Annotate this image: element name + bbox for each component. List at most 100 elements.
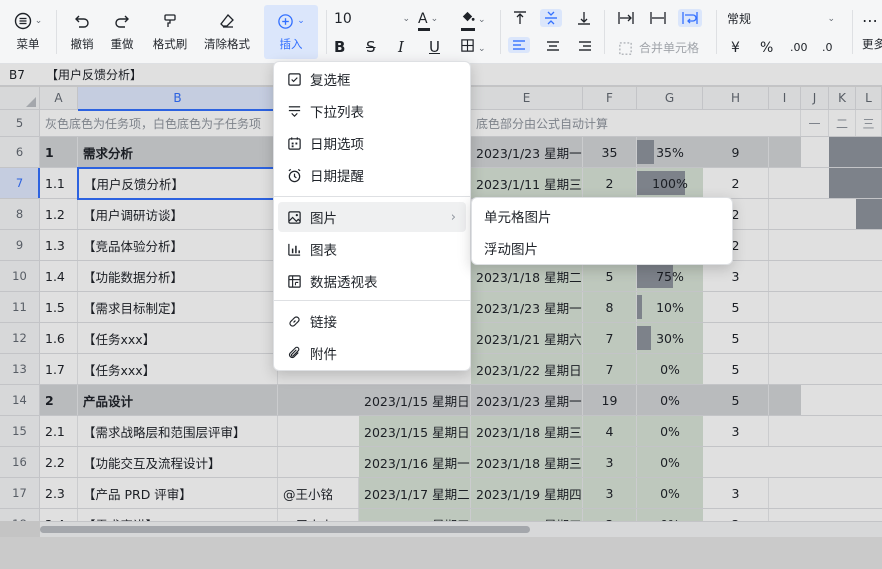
insert-menu-item-label: 图表 xyxy=(310,243,337,259)
underline-button[interactable]: U xyxy=(429,37,440,57)
insert-menu: 复选框 下拉列表日期选项日期提醒图片 › 图表数据透视表链接附件 xyxy=(273,61,471,371)
strikethrough-button[interactable]: S xyxy=(366,37,376,57)
more-label: 更多 xyxy=(862,37,882,51)
fill-color-swatch xyxy=(461,28,475,31)
align-bottom-button[interactable] xyxy=(576,10,592,26)
toolbar-divider xyxy=(500,10,501,54)
chevron-down-icon: ⌄ xyxy=(297,16,305,26)
chart-icon xyxy=(278,242,310,257)
merge-cells-icon xyxy=(619,41,632,55)
more-button[interactable]: ⋯ 更多 xyxy=(862,10,882,52)
font-color-swatch xyxy=(418,28,430,31)
redo-button[interactable]: 重做 xyxy=(106,10,138,52)
chevron-right-icon: › xyxy=(450,209,456,225)
insert-menu-item-image[interactable]: 图片 › xyxy=(278,202,466,232)
align-left-button[interactable] xyxy=(508,37,530,53)
font-size-value: 10 xyxy=(334,11,352,27)
decrease-decimal-button[interactable]: .0 xyxy=(822,38,833,58)
menu-divider xyxy=(274,196,470,197)
font-color-icon: A xyxy=(418,11,428,27)
eraser-icon xyxy=(219,10,235,32)
align-center-button[interactable] xyxy=(545,38,561,54)
bold-button[interactable]: B xyxy=(334,37,345,57)
insert-menu-item-calendar[interactable]: 日期选项 xyxy=(278,128,466,158)
insert-menu-item-label: 数据透视表 xyxy=(310,275,378,291)
italic-button[interactable]: I xyxy=(398,37,404,57)
insert-label: 插入 xyxy=(279,37,303,51)
decrease-decimal-icon: .0 xyxy=(822,41,833,54)
menu-button[interactable]: ⌄ 菜单 xyxy=(10,10,46,52)
insert-menu-item-chart[interactable]: 图表 xyxy=(278,234,466,264)
align-top-button[interactable] xyxy=(512,10,528,26)
cell-image-menu-item[interactable]: 单元格图片 xyxy=(476,201,728,231)
fill-color-button[interactable]: ⌄ xyxy=(460,9,486,30)
chevron-down-icon: ⌄ xyxy=(430,14,439,24)
alarm-clock-icon xyxy=(278,168,310,183)
align-right-icon xyxy=(579,41,591,51)
align-top-icon xyxy=(514,11,526,24)
insert-menu-item-link[interactable]: 链接 xyxy=(278,306,466,336)
border-icon xyxy=(460,38,475,59)
align-right-button[interactable] xyxy=(577,38,593,54)
format-painter-button[interactable]: 格式刷 xyxy=(148,10,192,52)
link-icon xyxy=(278,314,310,329)
toolbar-divider xyxy=(604,10,605,54)
menu-label: 菜单 xyxy=(16,37,40,51)
toolbar: ⌄ 菜单 撤销 重做 格式刷 清除格式 ⌄ 插入 10 ⌄ A ⌄ ⌄ B S … xyxy=(0,0,882,64)
number-format-value: 常规 xyxy=(727,12,752,26)
toolbar-divider xyxy=(56,10,57,54)
insert-menu-item-label: 图片 xyxy=(310,211,337,227)
clear-format-label: 清除格式 xyxy=(204,37,250,51)
chevron-down-icon: ⌄ xyxy=(827,14,835,24)
increase-decimal-icon: .00 xyxy=(790,41,808,54)
dropdown-list-icon xyxy=(278,104,310,119)
insert-menu-item-label: 链接 xyxy=(310,315,337,331)
text-wrap-icon xyxy=(682,12,698,24)
align-center-icon xyxy=(547,41,559,51)
plus-circle-icon: ⌄ xyxy=(277,10,305,32)
menu-divider xyxy=(274,300,470,301)
insert-menu-item-label: 附件 xyxy=(310,347,337,363)
fill-color-icon xyxy=(460,9,475,30)
format-painter-icon xyxy=(162,10,178,32)
chevron-down-icon: ⌄ xyxy=(402,14,410,24)
percent-button[interactable]: % xyxy=(760,38,773,58)
insert-menu-item-checkbox[interactable]: 复选框 xyxy=(278,64,466,94)
format-painter-label: 格式刷 xyxy=(152,37,188,51)
number-format-select[interactable]: 常规 ⌄ xyxy=(727,9,835,29)
clear-format-button[interactable]: 清除格式 xyxy=(200,10,254,52)
text-overflow-icon xyxy=(618,12,634,24)
currency-button[interactable]: ¥ xyxy=(731,38,740,58)
chevron-down-icon: ⌄ xyxy=(478,43,486,54)
insert-menu-item-label: 日期提醒 xyxy=(310,169,364,185)
more-icon: ⋯ xyxy=(862,11,878,30)
align-left-icon xyxy=(513,40,525,50)
toolbar-divider xyxy=(852,10,853,54)
align-middle-button[interactable] xyxy=(540,9,562,27)
insert-menu-item-pivot-table[interactable]: 数据透视表 xyxy=(278,266,466,296)
image-submenu: 单元格图片 浮动图片 xyxy=(471,197,733,265)
overflow-button[interactable] xyxy=(617,10,635,26)
increase-decimal-button[interactable]: .00 xyxy=(790,38,808,58)
undo-button[interactable]: 撤销 xyxy=(66,10,98,52)
floating-image-menu-item[interactable]: 浮动图片 xyxy=(476,233,728,263)
chevron-down-icon: ⌄ xyxy=(34,16,43,26)
undo-icon xyxy=(74,10,90,32)
calendar-icon xyxy=(278,136,310,151)
attachment-icon xyxy=(278,346,310,361)
font-size-select[interactable]: 10 ⌄ xyxy=(334,9,410,29)
border-button[interactable]: ⌄ xyxy=(460,38,486,59)
merge-cells-button[interactable]: 合并单元格 xyxy=(618,38,699,58)
undo-label: 撤销 xyxy=(70,37,94,51)
insert-button[interactable]: ⌄ 插入 xyxy=(264,5,318,59)
align-bottom-icon xyxy=(578,12,590,25)
insert-menu-item-alarm-clock[interactable]: 日期提醒 xyxy=(278,160,466,190)
clip-button[interactable] xyxy=(649,10,667,26)
insert-menu-item-label: 日期选项 xyxy=(310,137,364,153)
wrap-button[interactable] xyxy=(678,9,702,27)
text-clip-icon xyxy=(650,12,666,24)
font-color-button[interactable]: A ⌄ xyxy=(418,9,438,29)
insert-menu-item-attachment[interactable]: 附件 xyxy=(278,338,466,368)
image-icon xyxy=(278,210,310,225)
insert-menu-item-dropdown-list[interactable]: 下拉列表 xyxy=(278,96,466,126)
